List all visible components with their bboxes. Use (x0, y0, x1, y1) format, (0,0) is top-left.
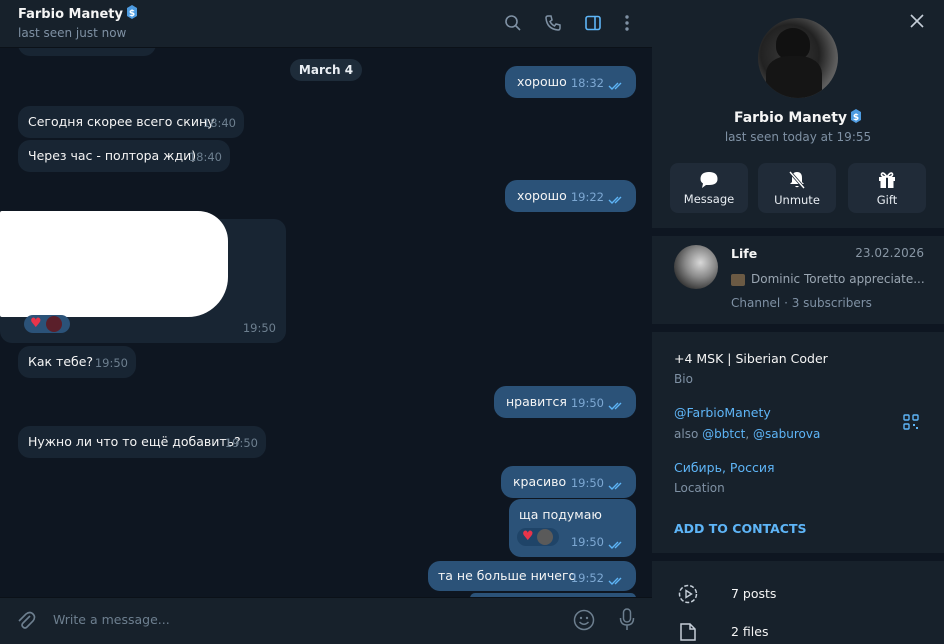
microphone-icon[interactable] (619, 608, 635, 632)
stories-icon (678, 584, 698, 604)
alt-username-link[interactable]: @saburova (753, 427, 820, 441)
read-ticks-icon (608, 82, 622, 90)
verified-icon: $ (851, 109, 862, 123)
date-separator: March 4 (290, 59, 362, 81)
emoji-icon[interactable] (573, 609, 595, 631)
divider (652, 228, 944, 236)
attach-icon[interactable] (16, 610, 36, 632)
svg-text:$: $ (853, 113, 859, 123)
message-bubble[interactable]: Сегодня скорее всего скину 18:40 (18, 106, 244, 138)
read-ticks-icon (608, 402, 622, 410)
message-bubble[interactable]: ща подумаю ♥ 19:50 (509, 499, 636, 557)
message-bubble[interactable]: та не больше ничего 19:52 (428, 561, 636, 591)
phone-icon[interactable] (542, 12, 564, 34)
qr-code-icon[interactable] (903, 414, 919, 430)
posts-row[interactable]: 7 posts (652, 572, 944, 612)
alt-usernames: also @bbtct, @saburova (674, 427, 821, 441)
read-ticks-icon (608, 196, 622, 204)
profile-panel: Farbio Manety $ last seen today at 19:55 … (652, 0, 944, 644)
svg-text:$: $ (129, 9, 135, 19)
heart-icon: ♥ (522, 529, 534, 544)
unmute-button[interactable]: Unmute (758, 163, 836, 213)
message-bubble[interactable]: хорошо 19:22 (505, 180, 636, 212)
chat-header: Farbio Manety $ last seen just now (0, 0, 652, 48)
reactions[interactable]: ♥ (517, 528, 559, 546)
read-ticks-icon (608, 541, 622, 549)
reactor-avatar (536, 529, 553, 545)
channel-avatar (674, 245, 718, 289)
gift-button[interactable]: Gift (848, 163, 926, 213)
divider (652, 324, 944, 332)
message-bubble[interactable]: Через час - полтора жди) 18:40 (18, 140, 230, 172)
chat-area: Farbio Manety$ last seen just now 18:51 … (0, 0, 652, 644)
reactions[interactable]: ♥ (24, 315, 70, 333)
message-input[interactable]: Write a message... (53, 612, 170, 627)
message-bubble[interactable]: нравится 19:50 (494, 386, 636, 418)
file-icon (680, 623, 696, 641)
chat-title[interactable]: Farbio Manety $ (18, 4, 138, 22)
gift-icon (879, 171, 895, 188)
profile-avatar[interactable] (758, 18, 838, 98)
heart-icon: ♥ (30, 316, 42, 331)
search-icon[interactable] (502, 12, 524, 34)
profile-status: last seen today at 19:55 (724, 130, 872, 144)
sidebar-toggle-icon[interactable] (582, 12, 604, 34)
read-ticks-icon (608, 577, 622, 585)
close-icon[interactable] (910, 14, 924, 28)
message-bubble-redacted[interactable]: ♥ 19:50 (0, 211, 286, 343)
username-link[interactable]: @FarbioManety (674, 405, 771, 420)
read-ticks-icon (608, 482, 622, 490)
verified-icon: $ (127, 5, 137, 19)
divider (652, 553, 944, 561)
message-bubble[interactable]: Нужно ли что то ещё добавить? 19:50 (18, 426, 266, 458)
message-icon (700, 171, 718, 188)
location-link[interactable]: Сибирь, Россия (674, 460, 775, 475)
channel-card[interactable]: Life 23.02.2026 Dominic Toretto apprecia… (652, 236, 944, 320)
redaction-overlay (0, 211, 228, 317)
message-button[interactable]: Message (670, 163, 748, 213)
bio-label: Bio (674, 372, 693, 386)
files-row[interactable]: 2 files (652, 612, 944, 644)
alt-username-link[interactable]: @bbtct (702, 427, 745, 441)
message-composer: Write a message... (0, 597, 652, 644)
chat-status: last seen just now (18, 26, 127, 40)
message-bubble[interactable]: хорошо 18:32 (505, 66, 636, 98)
bell-off-icon (788, 170, 806, 189)
reactor-avatar (45, 316, 62, 332)
location-label: Location (674, 481, 725, 495)
message-bubble[interactable]: Как тебе? 19:50 (18, 346, 136, 378)
profile-name: Farbio Manety $ (652, 108, 944, 126)
more-vertical-icon[interactable] (616, 12, 638, 34)
add-to-contacts-button[interactable]: ADD TO CONTACTS (674, 521, 806, 536)
preview-thumbnail (731, 274, 745, 286)
bio-value: +4 MSK | Siberian Coder (674, 351, 828, 366)
message-bubble[interactable]: красиво 19:50 (501, 466, 636, 498)
